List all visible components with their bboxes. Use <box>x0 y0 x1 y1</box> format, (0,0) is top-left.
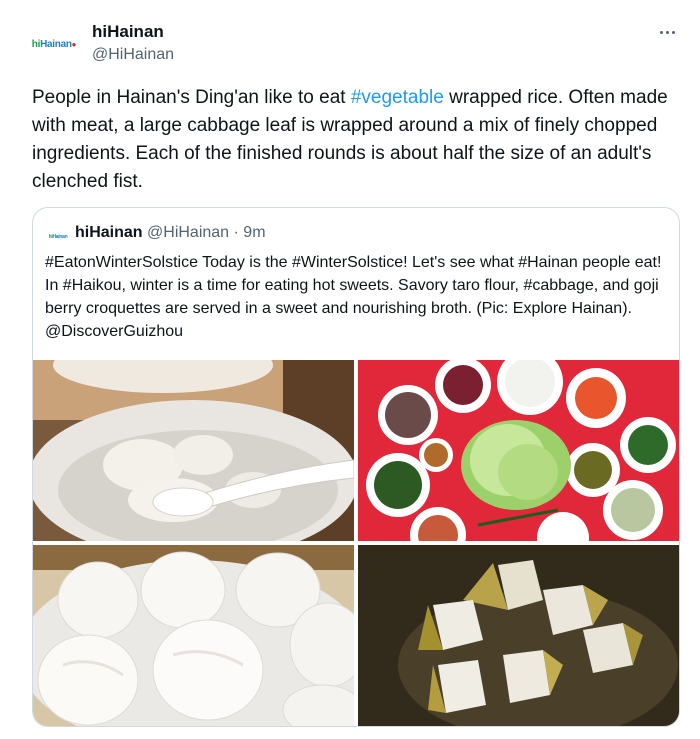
tweet-text: People in Hainan's Ding'an like to eat #… <box>32 87 668 192</box>
hashtag-link[interactable]: #vegetable <box>351 87 444 108</box>
quote-timestamp[interactable]: 9m <box>243 224 265 241</box>
quoted-tweet[interactable]: hiHainan hiHainan @HiHainan · 9m #EatonW… <box>32 207 680 727</box>
photo-leaf-wrapped-rice[interactable] <box>358 545 679 726</box>
avatar[interactable]: hiHainan● <box>30 20 78 68</box>
tweet[interactable]: hiHainan● hiHainan @HiHainan People in H… <box>0 0 700 739</box>
hihainan-logo: hiHainan <box>48 234 68 240</box>
more-horizontal-icon[interactable] <box>652 22 682 42</box>
quote-separator: · <box>229 224 244 241</box>
photo-dumpling-soup[interactable] <box>33 360 354 541</box>
hihainan-logo: hiHainan● <box>31 38 77 50</box>
quote-handle[interactable]: @HiHainan <box>147 224 229 241</box>
quote-text: #EatonWinterSolstice Today is the #Winte… <box>45 254 662 340</box>
quote-avatar[interactable]: hiHainan <box>47 226 69 248</box>
photo-ingredients-spread[interactable] <box>358 360 679 541</box>
user-handle[interactable]: @HiHainan <box>92 46 174 64</box>
quote-display-name[interactable]: hiHainan <box>75 224 143 241</box>
quote-header: hiHainan @HiHainan · 9m <box>75 224 266 242</box>
photo-cabbage-rounds[interactable] <box>33 545 354 726</box>
photo-grid <box>33 360 679 726</box>
display-name[interactable]: hiHainan <box>92 22 164 42</box>
